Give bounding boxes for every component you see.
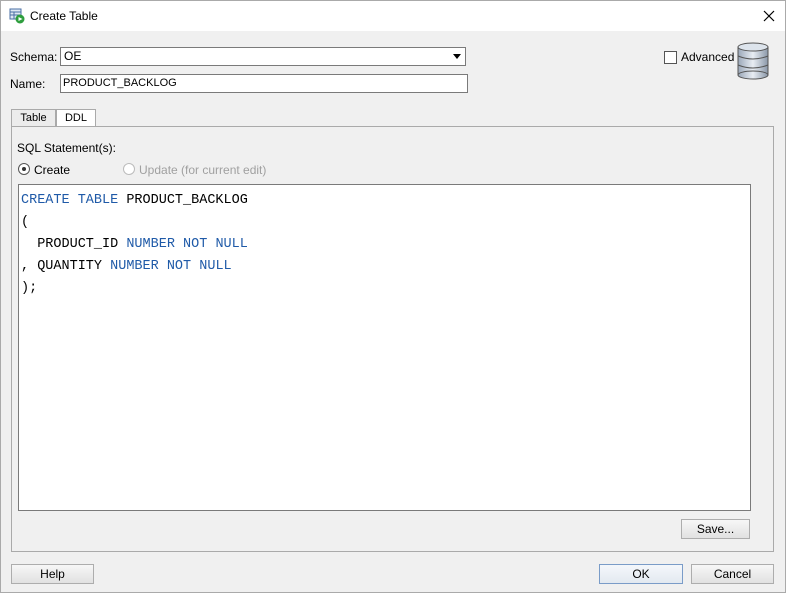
sql-keyword: NUMBER NOT NULL	[126, 237, 248, 252]
cancel-button[interactable]: Cancel	[691, 564, 774, 584]
create-radio-label[interactable]: Create	[34, 163, 70, 177]
code-line: , QUANTITY NUMBER NOT NULL	[21, 256, 750, 278]
advanced-checkbox[interactable]	[664, 51, 677, 64]
close-icon	[763, 10, 775, 22]
schema-label: Schema:	[10, 50, 58, 64]
schema-select[interactable]: OE	[60, 47, 466, 66]
update-radio-label: Update (for current edit)	[139, 163, 267, 177]
code-line: (	[21, 212, 750, 234]
advanced-label[interactable]: Advanced	[681, 50, 734, 64]
sql-keyword: CREATE TABLE	[21, 193, 119, 208]
code-line: );	[21, 278, 750, 300]
name-label: Name:	[10, 77, 46, 91]
schema-value: OE	[64, 49, 82, 63]
tab-table[interactable]: Table	[11, 109, 56, 126]
name-input[interactable]: PRODUCT_BACKLOG	[60, 74, 468, 93]
sql-text: , QUANTITY	[21, 259, 111, 274]
sql-editor[interactable]: CREATE TABLE PRODUCT_BACKLOG ( PRODUCT_ID…	[18, 184, 751, 511]
database-icon	[737, 42, 769, 80]
sql-statements-label: SQL Statement(s):	[17, 141, 116, 155]
window-title: Create Table	[30, 9, 98, 23]
close-button[interactable]	[753, 1, 785, 31]
sql-text: (	[21, 215, 30, 230]
create-table-icon	[9, 8, 25, 24]
create-radio[interactable]	[18, 163, 30, 175]
ok-button[interactable]: OK	[599, 564, 683, 584]
radio-selected-dot	[22, 167, 26, 171]
sql-text: );	[21, 281, 38, 296]
sql-text: PRODUCT_BACKLOG	[118, 193, 248, 208]
chevron-down-icon	[453, 54, 461, 59]
sql-keyword: NUMBER NOT NULL	[110, 259, 232, 274]
save-button[interactable]: Save...	[681, 519, 750, 539]
code-line: PRODUCT_ID NUMBER NOT NULL	[21, 234, 750, 256]
sql-text: PRODUCT_ID	[21, 237, 127, 252]
code-line: CREATE TABLE PRODUCT_BACKLOG	[21, 190, 750, 212]
create-table-dialog: Create Table Schema: OE Name: PRODUCT_BA…	[0, 0, 786, 593]
help-button[interactable]: Help	[11, 564, 94, 584]
update-radio	[123, 163, 135, 175]
title-bar: Create Table	[1, 1, 785, 31]
